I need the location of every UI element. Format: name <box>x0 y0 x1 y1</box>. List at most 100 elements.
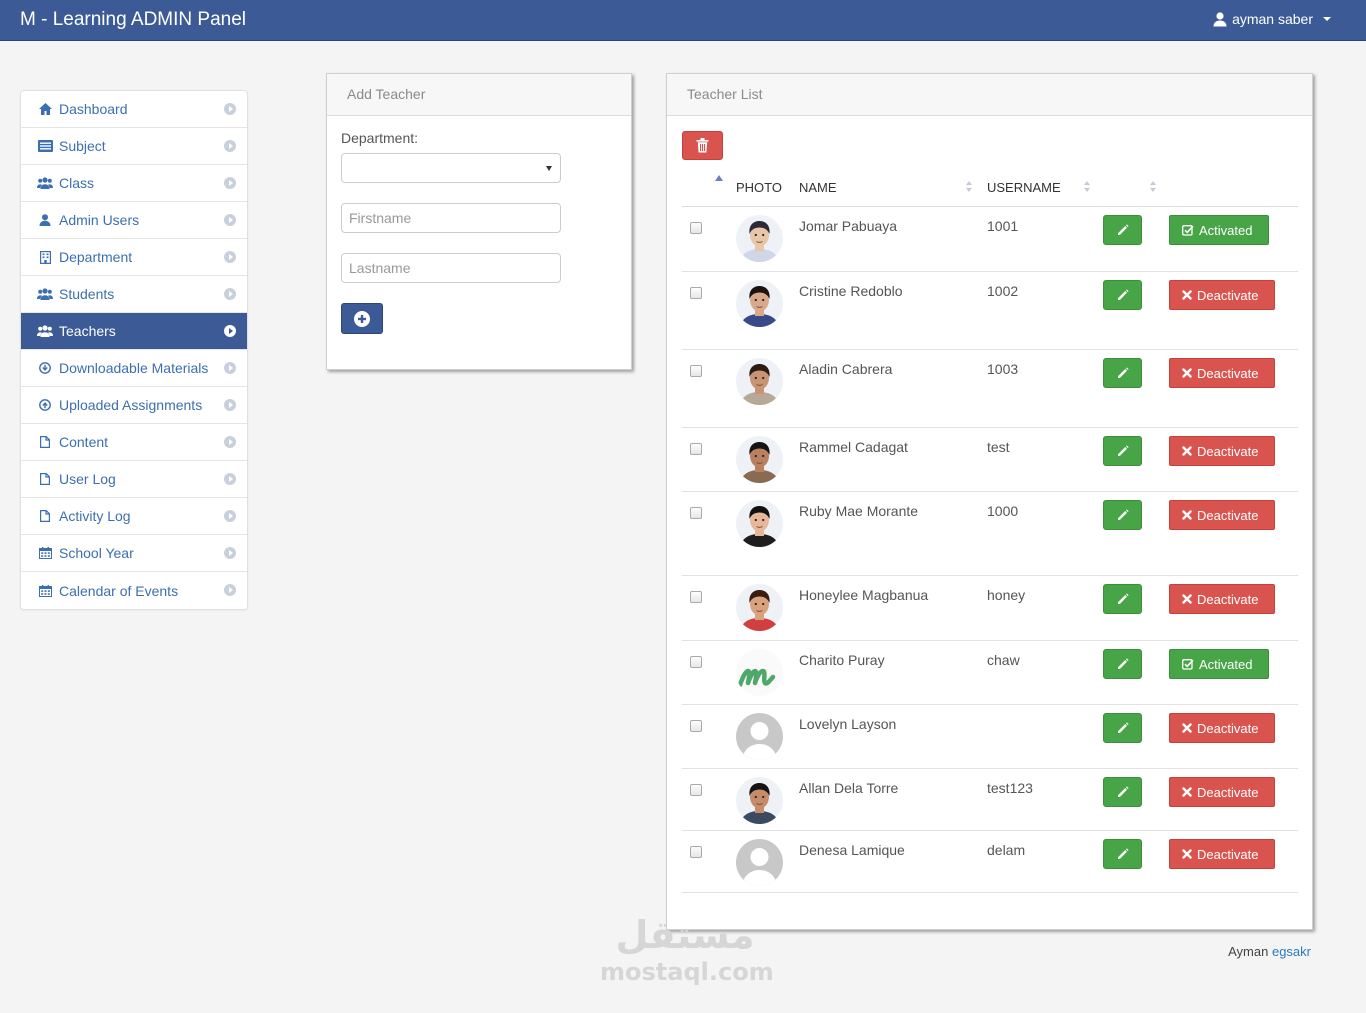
watermark: مستقل mostaql.com <box>600 910 774 992</box>
column-photo[interactable]: PHOTO <box>736 180 782 195</box>
deactivate-button[interactable]: Deactivate <box>1169 839 1275 869</box>
status-label: Deactivate <box>1197 287 1259 303</box>
sidebar-item-dashboard[interactable]: Dashboard <box>21 91 247 128</box>
sort-username-icon[interactable] <box>1084 181 1090 193</box>
deactivate-button[interactable]: Deactivate <box>1169 584 1275 614</box>
teacher-username: 1003 <box>987 361 1019 377</box>
row-checkbox[interactable] <box>690 846 702 858</box>
activated-button[interactable]: Activated <box>1169 215 1269 245</box>
status-label: Deactivate <box>1197 591 1259 607</box>
remove-icon <box>1182 849 1192 859</box>
firstname-input[interactable] <box>341 203 561 233</box>
edit-teacher-button[interactable] <box>1103 649 1142 679</box>
sort-asc-icon[interactable] <box>715 175 723 181</box>
remove-icon <box>1182 594 1192 604</box>
status-label: Deactivate <box>1197 507 1259 523</box>
user-icon <box>1212 11 1228 27</box>
table-row: Ruby Mae Morante 1000 Deactivate <box>682 492 1298 576</box>
teacher-username: 1002 <box>987 283 1019 299</box>
remove-icon <box>1182 787 1192 797</box>
teacher-username: 1001 <box>987 218 1019 234</box>
deactivate-button[interactable]: Deactivate <box>1169 777 1275 807</box>
sort-name-icon[interactable] <box>966 181 972 193</box>
teacher-photo <box>736 839 783 886</box>
group-icon <box>37 176 53 190</box>
sidebar-item-school-year[interactable]: School Year <box>21 535 247 572</box>
add-teacher-button[interactable] <box>341 303 383 334</box>
deactivate-button[interactable]: Deactivate <box>1169 358 1275 388</box>
row-checkbox[interactable] <box>690 784 702 796</box>
edit-teacher-button[interactable] <box>1103 358 1142 388</box>
sidebar-item-subject[interactable]: Subject <box>21 128 247 165</box>
status-label: Deactivate <box>1197 443 1259 459</box>
status-label: Activated <box>1199 222 1253 238</box>
table-row: Allan Dela Torre test123 Deactivate <box>682 769 1298 831</box>
sidebar-item-label: Uploaded Assignments <box>59 397 203 413</box>
chevron-right-circle-icon <box>224 214 236 226</box>
plus-circle-icon <box>354 310 370 327</box>
chevron-right-circle-icon <box>224 399 236 411</box>
edit-teacher-button[interactable] <box>1103 500 1142 530</box>
pencil-icon <box>1117 509 1129 520</box>
deactivate-button[interactable]: Deactivate <box>1169 436 1275 466</box>
column-name[interactable]: NAME <box>799 180 837 195</box>
edit-teacher-button[interactable] <box>1103 777 1142 807</box>
table-row: Aladin Cabrera 1003 Deactivate <box>682 350 1298 428</box>
teacher-name: Allan Dela Torre <box>799 780 899 796</box>
edit-teacher-button[interactable] <box>1103 584 1142 614</box>
sidebar-item-downloadable-materials[interactable]: Downloadable Materials <box>21 350 247 387</box>
edit-teacher-button[interactable] <box>1103 280 1142 310</box>
department-select[interactable] <box>341 153 561 183</box>
pencil-icon <box>1117 593 1129 604</box>
sidebar-item-teachers[interactable]: Teachers <box>21 313 247 350</box>
teacher-photo <box>736 649 783 696</box>
sidebar-item-department[interactable]: Department <box>21 239 247 276</box>
app-title[interactable]: M - Learning ADMIN Panel <box>20 9 246 31</box>
footer-link[interactable]: egsakr <box>1272 944 1311 959</box>
table-row: Rammel Cadagat test Deactivate <box>682 428 1298 492</box>
chevron-right-circle-icon <box>224 584 236 596</box>
sidebar-item-admin-users[interactable]: Admin Users <box>21 202 247 239</box>
deactivate-button[interactable]: Deactivate <box>1169 500 1275 530</box>
edit-teacher-button[interactable] <box>1103 215 1142 245</box>
chevron-right-circle-icon <box>224 251 236 263</box>
sort-actions-icon[interactable] <box>1150 181 1156 193</box>
status-label: Activated <box>1199 656 1253 672</box>
row-checkbox[interactable] <box>690 507 702 519</box>
row-checkbox[interactable] <box>690 287 702 299</box>
row-checkbox[interactable] <box>690 443 702 455</box>
sidebar-item-students[interactable]: Students <box>21 276 247 313</box>
row-checkbox[interactable] <box>690 222 702 234</box>
sidebar-item-calendar-of-events[interactable]: Calendar of Events <box>21 572 247 609</box>
row-checkbox[interactable] <box>690 720 702 732</box>
row-checkbox[interactable] <box>690 365 702 377</box>
list-icon <box>37 139 53 153</box>
status-label: Deactivate <box>1197 365 1259 381</box>
column-username[interactable]: USERNAME <box>987 180 1061 195</box>
pencil-icon <box>1117 289 1129 300</box>
row-checkbox[interactable] <box>690 656 702 668</box>
user-menu[interactable]: ayman saber <box>1212 11 1331 27</box>
deactivate-button[interactable]: Deactivate <box>1169 280 1275 310</box>
sidebar-item-content[interactable]: Content <box>21 424 247 461</box>
sidebar-item-uploaded-assignments[interactable]: Uploaded Assignments <box>21 387 247 424</box>
activated-button[interactable]: Activated <box>1169 649 1269 679</box>
edit-teacher-button[interactable] <box>1103 713 1142 743</box>
row-checkbox[interactable] <box>690 591 702 603</box>
teacher-name: Jomar Pabuaya <box>799 218 898 234</box>
teacher-photo <box>736 777 783 824</box>
deactivate-button[interactable]: Deactivate <box>1169 713 1275 743</box>
file-icon <box>37 472 53 486</box>
teacher-username: test123 <box>987 780 1033 796</box>
edit-teacher-button[interactable] <box>1103 839 1142 869</box>
sidebar-item-class[interactable]: Class <box>21 165 247 202</box>
check-square-icon <box>1182 659 1194 670</box>
table-row: Charito Puray chaw Activated <box>682 641 1298 705</box>
lastname-input[interactable] <box>341 253 561 283</box>
sidebar-item-activity-log[interactable]: Activity Log <box>21 498 247 535</box>
teacher-name: Rammel Cadagat <box>799 439 908 455</box>
chevron-right-circle-icon <box>224 103 236 115</box>
edit-teacher-button[interactable] <box>1103 436 1142 466</box>
sidebar-item-user-log[interactable]: User Log <box>21 461 247 498</box>
delete-selected-button[interactable] <box>682 131 723 160</box>
